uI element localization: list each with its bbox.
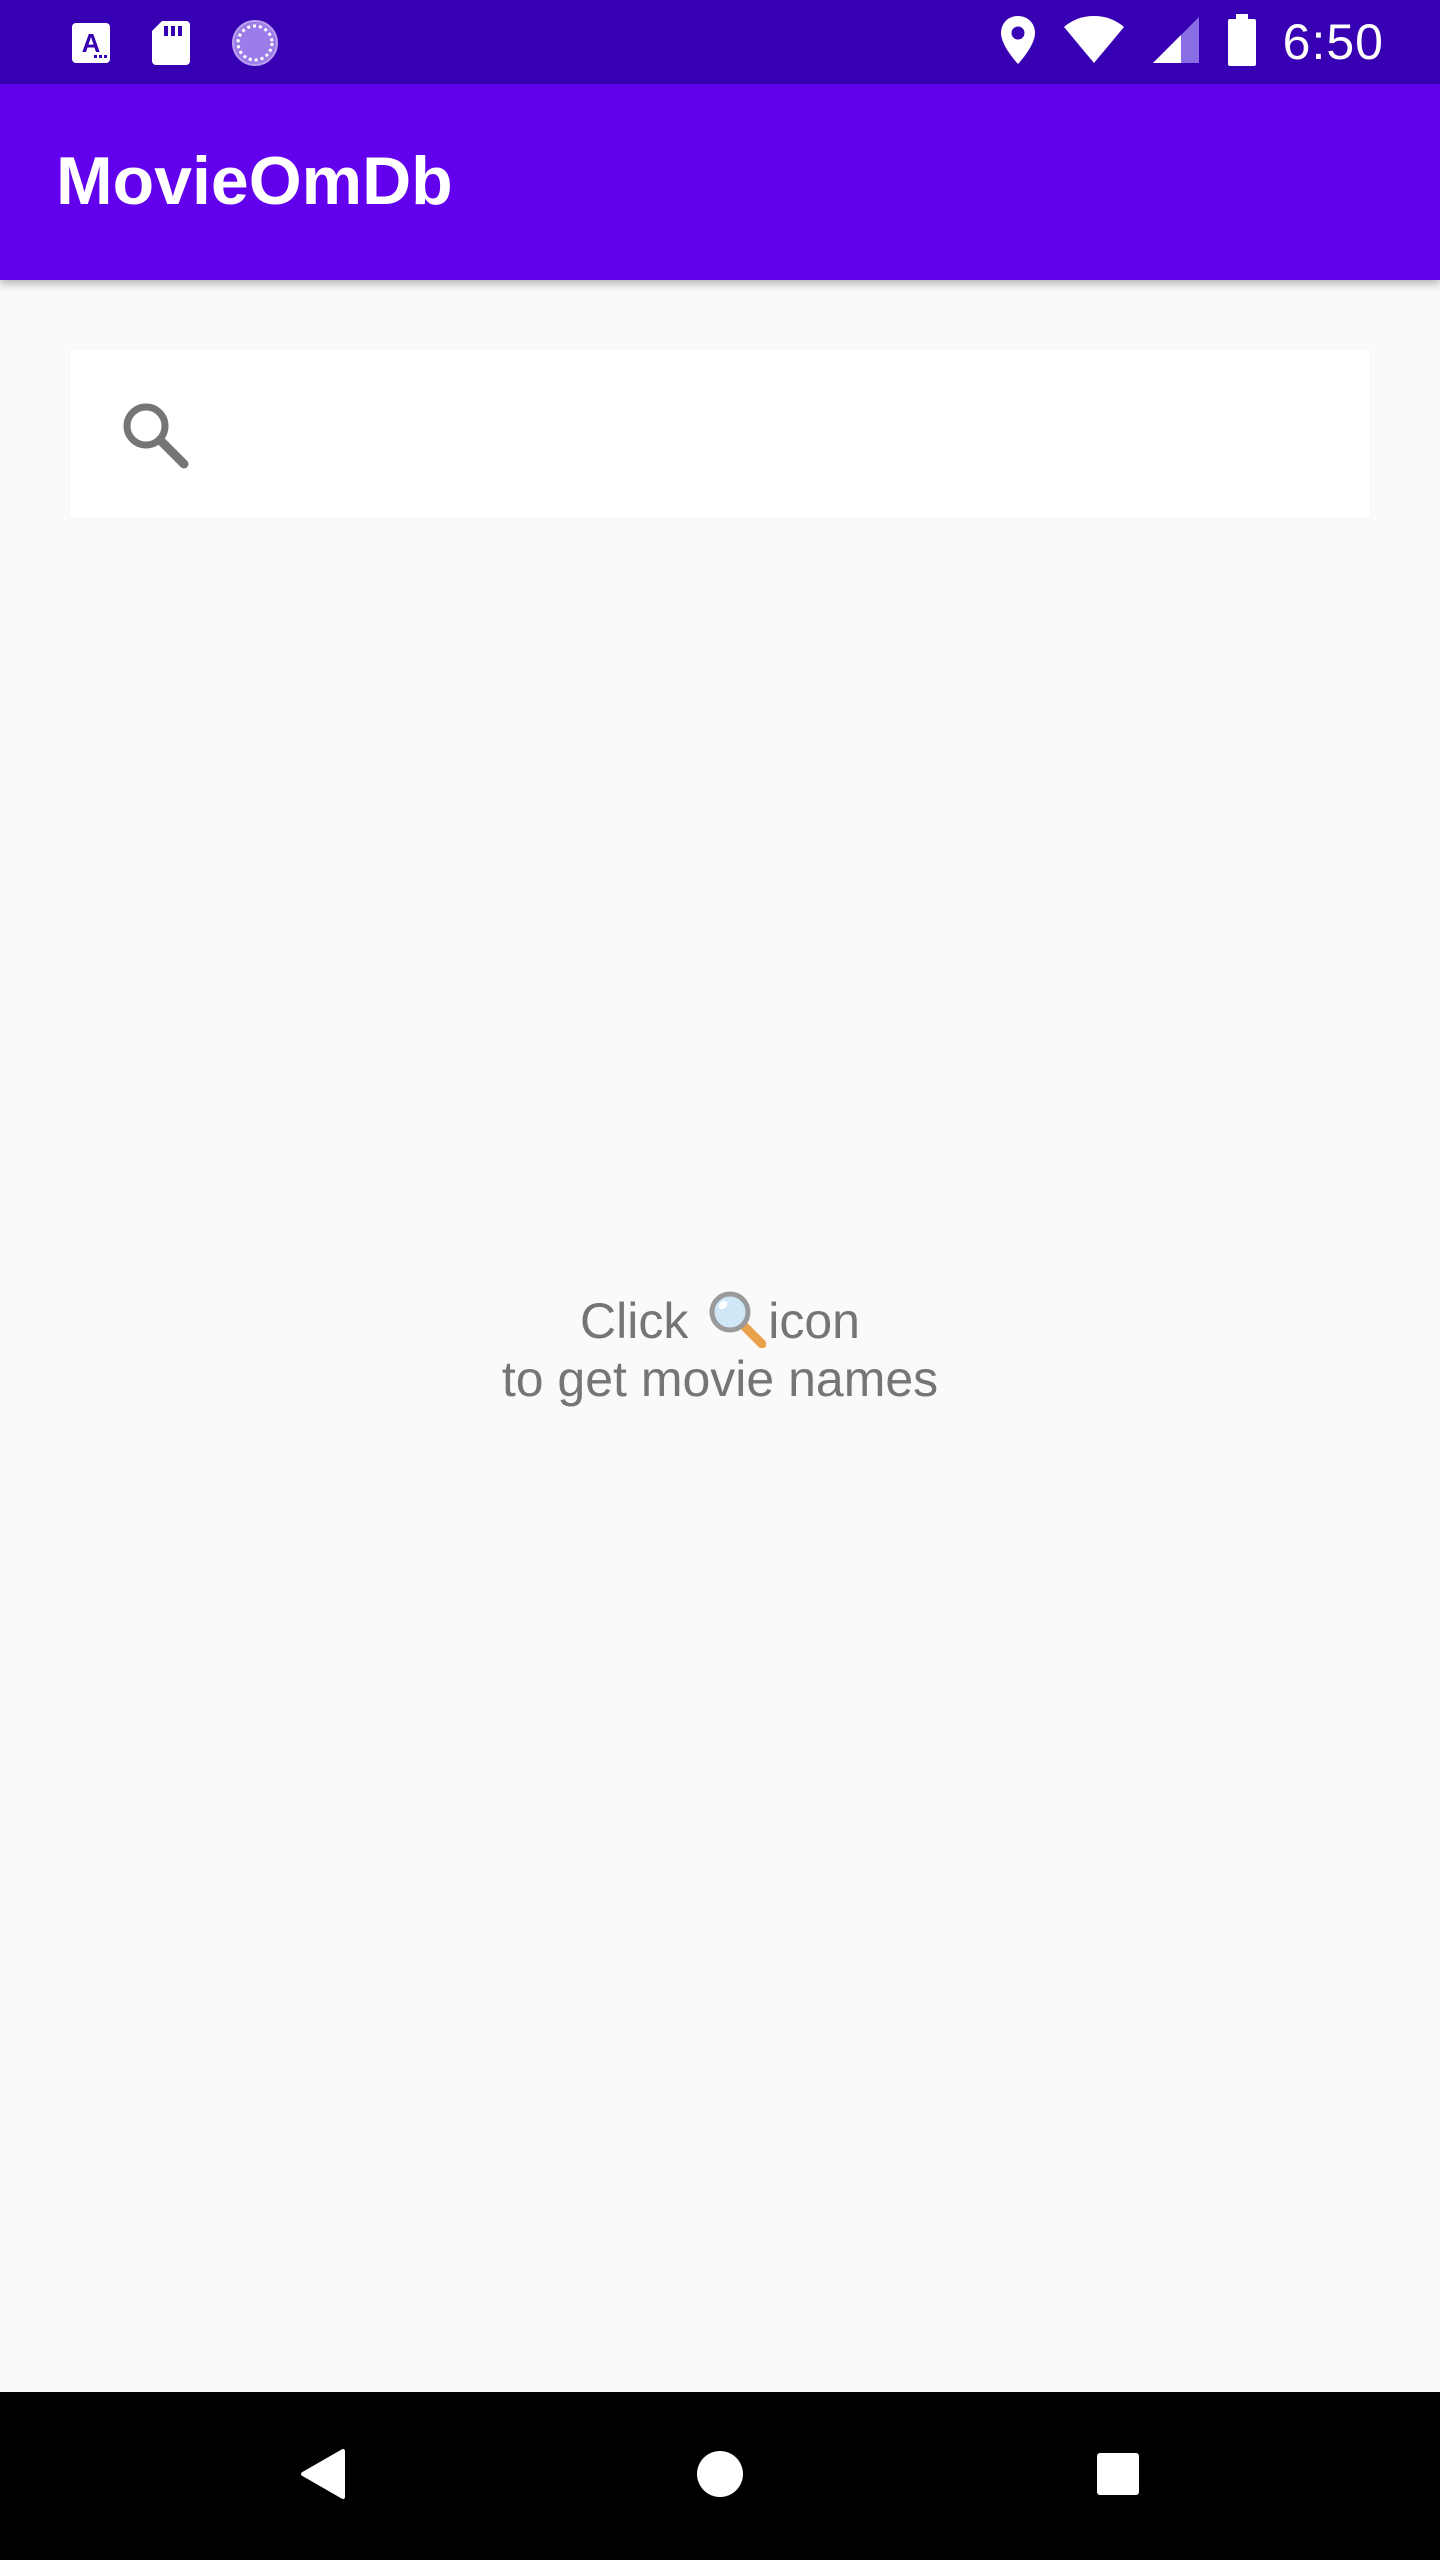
search-input[interactable]	[230, 380, 1334, 490]
back-button[interactable]	[282, 2436, 362, 2516]
status-left-icons: A	[70, 18, 280, 73]
home-icon	[695, 2449, 745, 2504]
svg-text:A: A	[82, 28, 101, 58]
back-icon	[297, 2447, 347, 2506]
cell-signal-icon	[1151, 15, 1201, 70]
status-clock: 6:50	[1282, 14, 1384, 70]
status-bar: A 6:50	[0, 0, 1440, 84]
empty-state-click-text: Click	[580, 1293, 703, 1349]
app-title: MovieOmDb	[56, 143, 453, 219]
empty-state-icon-text: icon	[768, 1293, 860, 1349]
app-bar: MovieOmDb	[0, 84, 1440, 280]
home-button[interactable]	[680, 2436, 760, 2516]
sync-circle-icon	[230, 18, 280, 73]
status-right-icons: 6:50	[999, 10, 1384, 74]
empty-state-message: Click icon to get movie names	[0, 1290, 1440, 1408]
search-icon[interactable]	[120, 400, 190, 470]
recents-icon	[1096, 2452, 1140, 2501]
sd-card-icon	[150, 19, 192, 72]
search-bar[interactable]	[70, 350, 1370, 518]
battery-icon	[1227, 13, 1257, 72]
system-nav-bar	[0, 2392, 1440, 2560]
recents-button[interactable]	[1078, 2436, 1158, 2516]
app-screen: A 6:50 MovieOmDb Click icon to get movie…	[0, 0, 1440, 2560]
empty-state-line-2: to get movie names	[501, 1351, 939, 1407]
wifi-icon	[1063, 15, 1125, 70]
location-pin-icon	[999, 14, 1037, 71]
font-a-icon: A	[70, 21, 112, 70]
empty-state-line-1: Click icon	[0, 1290, 1440, 1350]
magnifying-glass-emoji-icon	[708, 1290, 767, 1349]
